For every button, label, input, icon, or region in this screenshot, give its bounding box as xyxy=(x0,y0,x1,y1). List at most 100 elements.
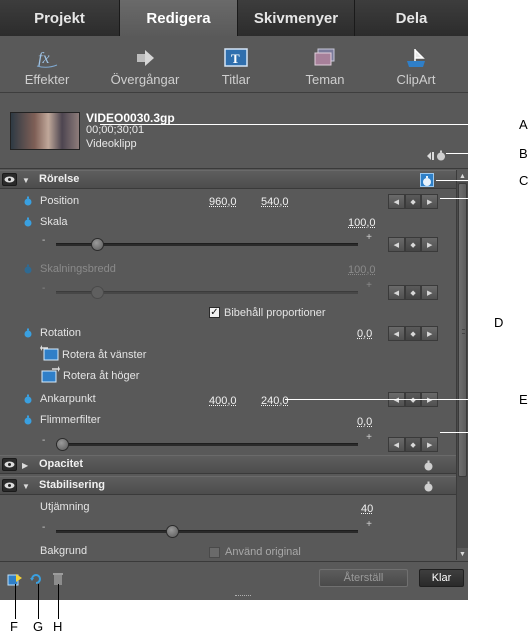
fx-icon: fx xyxy=(34,47,60,69)
add-keyframe-icon[interactable]: ◆ xyxy=(404,326,422,341)
toggle-animation-button[interactable] xyxy=(420,173,434,187)
scale-width-value: 100,0 xyxy=(348,264,376,276)
rotate-right-button[interactable] xyxy=(40,365,60,385)
reset-label: Återställ xyxy=(343,572,384,584)
add-keyframe-icon[interactable]: ◆ xyxy=(404,194,422,209)
flicker-slider[interactable]: - + xyxy=(42,432,372,451)
next-keyframe-icon[interactable]: ▶ xyxy=(421,194,439,209)
chevron-down-icon[interactable]: ▼ xyxy=(22,482,30,491)
prev-keyframe-icon[interactable]: ◀ xyxy=(388,326,405,341)
tab-projekt[interactable]: Projekt xyxy=(0,0,120,36)
plus-icon: + xyxy=(366,432,372,443)
rotate-left-label[interactable]: Rotera åt vänster xyxy=(62,349,146,361)
callout-line-e xyxy=(285,399,515,400)
rotate-right-label[interactable]: Rotera åt höger xyxy=(63,370,139,382)
tab-skivmenyer[interactable]: Skivmenyer xyxy=(238,0,355,36)
stopwatch-icon[interactable] xyxy=(423,460,434,471)
reset-button[interactable]: Återställ xyxy=(319,569,408,587)
scale-value[interactable]: 100,0 xyxy=(348,217,376,229)
property-anchor-label: Ankarpunkt xyxy=(40,393,96,405)
scrollbar[interactable]: ▲ ▼ xyxy=(456,170,468,560)
add-keyframe-icon[interactable]: ◆ xyxy=(404,437,422,452)
callout-d: D xyxy=(494,315,504,330)
eye-icon[interactable] xyxy=(2,173,17,186)
prev-keyframe-icon[interactable]: ◀ xyxy=(388,194,405,209)
toolbar-themes[interactable]: Teman xyxy=(298,36,352,93)
callout-line-d-top xyxy=(440,198,500,199)
position-y-value[interactable]: 540,0 xyxy=(261,196,289,208)
title-icon: T xyxy=(223,47,249,69)
next-keyframe-icon[interactable]: ▶ xyxy=(421,326,439,341)
toolbar-label: Övergångar xyxy=(110,72,180,87)
stopwatch-icon[interactable] xyxy=(23,196,33,206)
toolbar-label: Teman xyxy=(305,72,345,87)
tab-dela[interactable]: Dela xyxy=(355,0,468,36)
stopwatch-icon[interactable] xyxy=(23,415,33,425)
chevron-down-icon[interactable]: ▼ xyxy=(22,176,30,185)
prev-keyframe-icon[interactable]: ◀ xyxy=(388,237,405,252)
rotation-value[interactable]: 0,0 xyxy=(357,328,372,340)
scroll-down-icon[interactable]: ▼ xyxy=(457,548,468,560)
eye-icon[interactable] xyxy=(2,479,17,492)
next-keyframe-icon[interactable]: ▶ xyxy=(421,437,439,452)
prev-keyframe-icon[interactable]: ◀ xyxy=(388,285,405,300)
section-opacity[interactable]: ▶ Opacitet xyxy=(0,455,456,474)
keep-proportions-checkbox[interactable]: ✓ xyxy=(209,307,220,318)
add-keyframe-icon[interactable]: ◆ xyxy=(404,237,422,252)
resize-grip[interactable] xyxy=(235,595,251,598)
stopwatch-icon[interactable] xyxy=(423,481,434,492)
toolbar-titles[interactable]: T Titlar xyxy=(210,36,262,93)
chevron-right-icon[interactable]: ▶ xyxy=(22,461,28,470)
slider-knob[interactable] xyxy=(56,438,69,451)
tab-label: Projekt xyxy=(34,9,85,27)
eye-icon[interactable] xyxy=(2,458,17,471)
slider-knob[interactable] xyxy=(90,238,104,251)
stopwatch-icon[interactable] xyxy=(23,328,33,338)
keyframe-navigator[interactable]: ◀ ◆ ▶ xyxy=(388,237,439,252)
scale-slider[interactable]: - + xyxy=(42,232,372,251)
transition-arrow-icon xyxy=(132,47,158,69)
edit-toolbar: fx Effekter Övergångar T Titlar Teman Cl… xyxy=(0,36,468,93)
next-keyframe-icon[interactable]: ▶ xyxy=(421,237,439,252)
keyframe-navigator[interactable]: ◀ ◆ ▶ xyxy=(388,194,439,209)
toolbar-effects[interactable]: fx Effekter xyxy=(14,36,80,93)
stopwatch-icon[interactable] xyxy=(23,394,33,404)
loop-icon[interactable] xyxy=(29,572,43,586)
add-keyframe-icon[interactable]: ◆ xyxy=(404,285,422,300)
next-keyframe-icon[interactable]: ▶ xyxy=(421,285,439,300)
anchor-x-value[interactable]: 400,0 xyxy=(209,395,237,407)
minus-icon: - xyxy=(42,283,46,294)
section-motion[interactable]: ▼ Rörelse xyxy=(0,170,456,189)
toolbar-clipart[interactable]: ClipArt xyxy=(388,36,444,93)
tab-redigera[interactable]: Redigera xyxy=(120,0,238,36)
anchor-y-value[interactable]: 240,0 xyxy=(261,395,289,407)
smoothing-slider[interactable]: - + xyxy=(42,519,372,538)
stopwatch-icon[interactable] xyxy=(23,217,33,227)
show-keyframes-button[interactable] xyxy=(426,149,450,161)
property-background-label: Bakgrund xyxy=(40,545,88,557)
keyframe-navigator[interactable]: ◀ ◆ ▶ xyxy=(388,326,439,341)
tab-label: Skivmenyer xyxy=(253,9,339,27)
prev-keyframe-icon[interactable]: ◀ xyxy=(388,437,405,452)
toolbar-label: ClipArt xyxy=(396,72,436,87)
minus-icon: - xyxy=(42,522,46,533)
smoothing-value[interactable]: 40 xyxy=(361,503,373,515)
plus-icon: + xyxy=(366,519,372,530)
toolbar-transitions[interactable]: Övergångar xyxy=(100,36,190,93)
clip-thumbnail xyxy=(10,112,80,150)
done-button[interactable]: Klar xyxy=(419,569,464,587)
section-label: Opacitet xyxy=(39,458,84,470)
slider-knob[interactable] xyxy=(165,525,179,538)
use-original-checkbox[interactable] xyxy=(209,547,220,558)
done-label: Klar xyxy=(431,572,452,584)
section-stabilization[interactable]: ▼ Stabilisering xyxy=(0,476,456,495)
keyframe-navigator[interactable]: ◀ ◆ ▶ xyxy=(388,285,439,300)
keyframe-navigator[interactable]: ◀ ◆ ▶ xyxy=(388,437,439,452)
rotate-left-button[interactable] xyxy=(40,344,60,362)
position-x-value[interactable]: 960,0 xyxy=(209,196,237,208)
flicker-value[interactable]: 0,0 xyxy=(357,416,372,428)
clip-info: VIDEO0030.3gp 00;00;30;01 Videoklipp xyxy=(0,94,468,169)
callout-e: E xyxy=(519,392,528,407)
property-rotation-label: Rotation xyxy=(40,327,81,339)
slider-knob xyxy=(90,286,104,299)
